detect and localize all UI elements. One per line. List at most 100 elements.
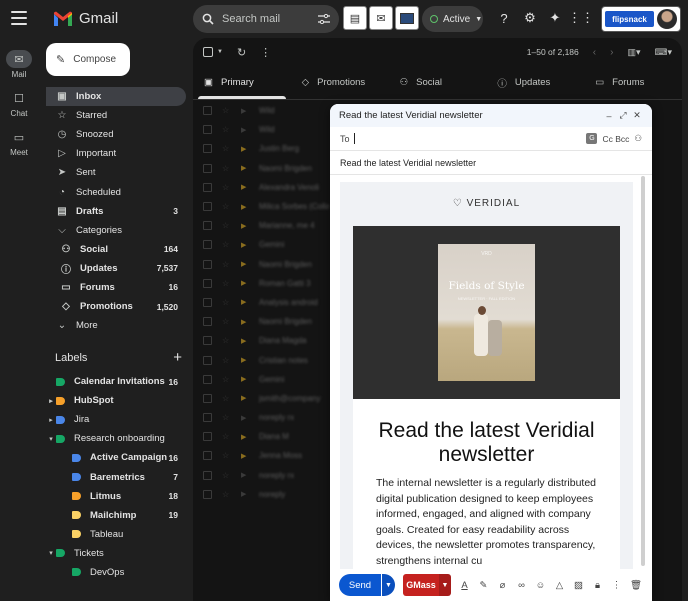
nav-item-forums[interactable]: ▭ Forums 16 <box>46 278 186 297</box>
label-item-tableau[interactable]: Tableau <box>46 525 186 544</box>
important-marker-icon[interactable]: ▶ <box>241 126 249 134</box>
star-icon[interactable]: ☆ <box>222 164 231 173</box>
row-checkbox[interactable] <box>203 355 212 365</box>
gmass-recipient-icon[interactable]: G <box>586 133 598 144</box>
select-dropdown-icon[interactable]: ▼ <box>217 49 223 55</box>
important-marker-icon[interactable]: ▶ <box>241 222 249 230</box>
star-icon[interactable]: ☆ <box>222 183 231 192</box>
star-icon[interactable]: ☆ <box>222 202 231 211</box>
important-marker-icon[interactable]: ▶ <box>241 356 249 364</box>
label-expand-icon[interactable]: ▸ <box>46 416 56 424</box>
tab-forums[interactable]: ▭ Forums <box>584 66 682 99</box>
tab-updates[interactable]: ⓘ Updates <box>486 66 584 99</box>
gmail-logo[interactable]: Gmail <box>53 10 118 27</box>
row-checkbox[interactable] <box>203 297 212 307</box>
important-marker-icon[interactable]: ▶ <box>241 337 249 345</box>
attach-icon[interactable]: ⌀ <box>497 580 508 591</box>
nav-item-starred[interactable]: ☆ Starred <box>46 106 186 125</box>
minimize-icon[interactable]: – <box>603 111 615 121</box>
row-checkbox[interactable] <box>203 202 212 212</box>
star-icon[interactable]: ☆ <box>222 240 231 249</box>
gemini-sparkle-icon[interactable]: ✦ <box>547 10 563 26</box>
add-recipient-icon[interactable]: ⚇ <box>634 133 642 144</box>
important-marker-icon[interactable]: ▶ <box>241 433 249 441</box>
important-marker-icon[interactable]: ▶ <box>241 107 249 115</box>
nav-item-inbox[interactable]: ▣ Inbox <box>46 87 186 107</box>
label-expand-icon[interactable]: ▾ <box>46 549 56 557</box>
label-item-baremetrics[interactable]: Baremetrics 7 <box>46 467 186 486</box>
more-options-icon[interactable]: ⋮ <box>260 46 271 59</box>
search-icon[interactable] <box>202 13 214 25</box>
row-checkbox[interactable] <box>203 221 212 231</box>
star-icon[interactable]: ☆ <box>222 336 231 345</box>
compose-header[interactable]: Read the latest Veridial newsletter – ⤢ … <box>330 104 652 127</box>
row-checkbox[interactable] <box>203 413 212 423</box>
nav-item-updates[interactable]: ⓘ Updates 7,537 <box>46 259 186 278</box>
help-icon[interactable]: ? <box>496 10 512 26</box>
emoji-icon[interactable]: ☺ <box>535 580 546 591</box>
label-item-jira[interactable]: ▸ Jira <box>46 410 186 429</box>
nav-item-important[interactable]: ▷ Important <box>46 144 186 163</box>
main-menu-icon[interactable] <box>11 11 27 25</box>
nav-item-sent[interactable]: ➤ Sent <box>46 163 186 182</box>
gmass-button[interactable]: GMass <box>403 574 439 596</box>
important-marker-icon[interactable]: ▶ <box>241 490 249 498</box>
rail-item-mail[interactable]: ✉ Mail <box>0 50 38 79</box>
star-icon[interactable]: ☆ <box>222 432 231 441</box>
nav-item-drafts[interactable]: ▤ Drafts 3 <box>46 202 186 221</box>
more-icon[interactable]: ⋮ <box>611 580 622 591</box>
add-label-icon[interactable]: + <box>173 350 182 365</box>
label-item-litmus[interactable]: Litmus 18 <box>46 487 186 506</box>
close-icon[interactable]: ✕ <box>631 110 643 121</box>
important-marker-icon[interactable]: ▶ <box>241 471 249 479</box>
search-input[interactable]: Search mail <box>222 13 310 25</box>
star-icon[interactable]: ☆ <box>222 471 231 480</box>
row-checkbox[interactable] <box>203 240 212 250</box>
important-marker-icon[interactable]: ▶ <box>241 164 249 172</box>
important-marker-icon[interactable]: ▶ <box>241 375 249 383</box>
tab-primary[interactable]: ▣ Primary <box>193 66 291 99</box>
send-button[interactable]: Send <box>339 574 381 596</box>
keyboard-icon[interactable]: ⌨▾ <box>654 47 672 58</box>
important-marker-icon[interactable]: ▶ <box>241 414 249 422</box>
row-checkbox[interactable] <box>203 259 212 269</box>
row-checkbox[interactable] <box>203 470 212 480</box>
nav-item-scheduled[interactable]: ◔ Scheduled <box>46 182 186 201</box>
rail-item-chat[interactable]: ☐ Chat <box>0 89 38 119</box>
nav-item-categories[interactable]: ⌵ Categories <box>46 221 186 240</box>
nav-item-promotions[interactable]: ◇ Promotions 1,520 <box>46 297 186 316</box>
label-expand-icon[interactable]: ▾ <box>46 435 56 443</box>
search-options-icon[interactable] <box>318 14 330 24</box>
cc-bcc-link[interactable]: Cc Bcc <box>602 134 629 144</box>
nav-item-social[interactable]: ⚇ Social 164 <box>46 240 186 259</box>
row-checkbox[interactable] <box>203 106 212 116</box>
compose-button[interactable]: ✎ Compose <box>46 43 130 76</box>
settings-gear-icon[interactable]: ⚙ <box>522 10 538 26</box>
row-checkbox[interactable] <box>203 125 212 135</box>
important-marker-icon[interactable]: ▶ <box>241 241 249 249</box>
label-item-research-onboarding[interactable]: ▾ Research onboarding <box>46 429 186 448</box>
star-icon[interactable]: ☆ <box>222 451 231 460</box>
important-marker-icon[interactable]: ▶ <box>241 260 249 268</box>
tab-social[interactable]: ⚇ Social <box>389 66 487 99</box>
discard-icon[interactable]: 🗑︎ <box>630 580 642 591</box>
row-checkbox[interactable] <box>203 432 212 442</box>
star-icon[interactable]: ☆ <box>222 356 231 365</box>
compose-scrollbar[interactable] <box>641 176 645 566</box>
fullscreen-icon[interactable]: ⤢ <box>617 110 629 121</box>
row-checkbox[interactable] <box>203 489 212 499</box>
next-page-icon[interactable]: › <box>610 47 613 58</box>
subject-field[interactable]: Read the latest Veridial newsletter <box>330 151 652 175</box>
star-icon[interactable]: ☆ <box>222 413 231 422</box>
important-marker-icon[interactable]: ▶ <box>241 318 249 326</box>
important-marker-icon[interactable]: ▶ <box>241 203 249 211</box>
important-marker-icon[interactable]: ▶ <box>241 452 249 460</box>
extension-docs-icon[interactable]: ▤ <box>343 6 367 30</box>
nav-item-more[interactable]: ⌄ More <box>46 316 186 335</box>
star-icon[interactable]: ☆ <box>222 490 231 499</box>
rail-item-meet[interactable]: ▭ Meet <box>0 128 38 158</box>
select-all-checkbox[interactable] <box>203 47 213 57</box>
split-pane-icon[interactable]: ▥▾ <box>627 47 640 58</box>
account-switcher[interactable]: flipsnack <box>601 6 681 32</box>
send-options-icon[interactable]: ▼ <box>382 574 395 596</box>
